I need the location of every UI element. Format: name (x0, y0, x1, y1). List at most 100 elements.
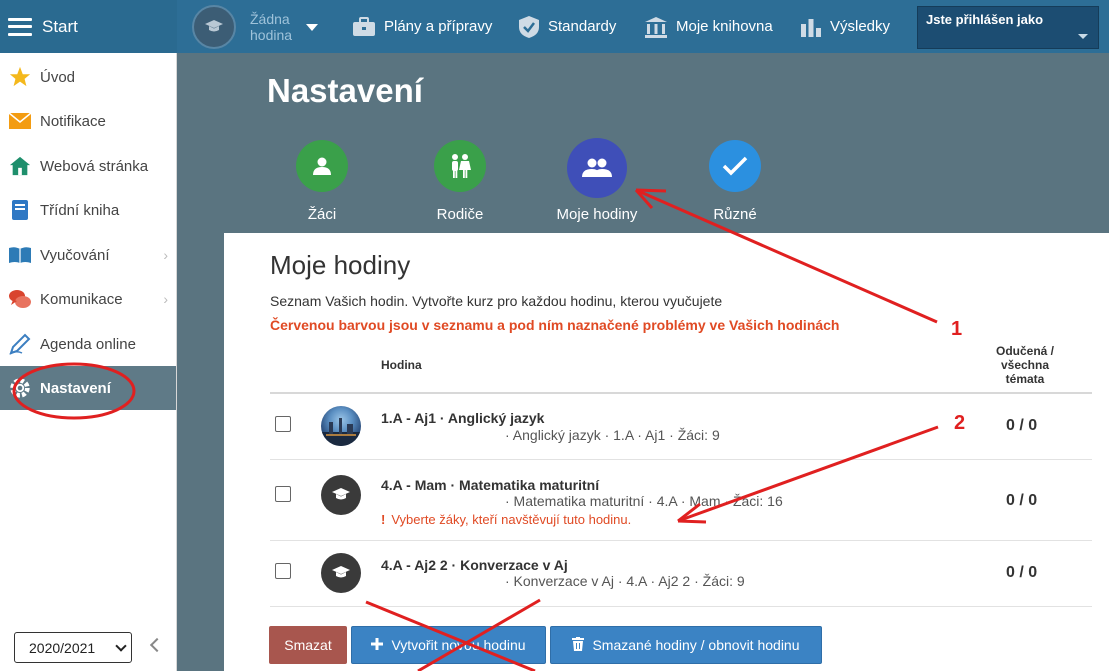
lesson-title[interactable]: 4.A - Mam · Matematika maturitní (381, 477, 599, 493)
plus-icon (371, 637, 384, 653)
lesson-selector[interactable]: Žádna hodina (192, 5, 318, 49)
collapse-sidebar-icon[interactable] (149, 637, 165, 653)
tab-label: Různé (713, 206, 757, 223)
tab-label: Rodiče (436, 206, 484, 223)
nav-library-label: Moje knihovna (676, 18, 773, 35)
bar-chart-icon (801, 18, 821, 37)
hamburger-icon (8, 17, 32, 36)
lesson-details: · Anglický jazyk · 1.A · Aj1 · Žáci: 9 (505, 427, 720, 443)
nav-results[interactable]: Výsledky (800, 0, 890, 53)
delete-button[interactable]: Smazat (269, 626, 347, 664)
row-checkbox[interactable] (275, 416, 291, 432)
lesson-selector-label: Žádna hodina (250, 11, 293, 43)
lesson-title[interactable]: 1.A - Aj1 · Anglický jazyk (381, 410, 544, 426)
check-icon (709, 140, 761, 192)
nav-standards[interactable]: Standardy (518, 0, 616, 53)
pencil-icon (8, 332, 32, 356)
chevron-right-icon: › (163, 247, 168, 263)
sidebar-item-label: Komunikace (40, 290, 123, 308)
tab-label: Moje hodiny (556, 206, 638, 223)
top-bar: Start Žádna hodina Plány a přípravy Stan… (0, 0, 1109, 53)
sidebar-item-website[interactable]: Webová stránka (0, 144, 176, 188)
graduation-cap-icon (321, 553, 361, 593)
lesson-progress: 0 / 0 (1006, 492, 1038, 509)
chevron-down-icon (306, 23, 318, 31)
library-icon (645, 16, 667, 38)
nav-standards-label: Standardy (548, 18, 617, 35)
nav-plans[interactable]: Plány a přípravy (352, 0, 492, 53)
school-year-select[interactable]: 2020/2021 (14, 632, 132, 663)
sidebar-item-settings[interactable]: Nastavení (0, 366, 176, 410)
column-header-taught: Odučená / všechna témata (995, 344, 1054, 386)
column-header-lesson: Hodina (381, 358, 422, 372)
sidebar-item-classbook[interactable]: Třídní kniha (0, 188, 176, 232)
lesson-progress: 0 / 0 (1006, 564, 1038, 581)
chat-bubbles-icon (8, 287, 32, 311)
nav-results-label: Výsledky (830, 18, 891, 35)
annotation-number-2: 2 (954, 412, 966, 434)
sidebar-item-label: Notifikace (40, 112, 106, 130)
problems-warning: Červenou barvou jsou v seznamu a pod ním… (270, 317, 840, 333)
nav-plans-label: Plány a přípravy (384, 18, 493, 35)
sidebar-item-communication[interactable]: Komunikace › (0, 277, 176, 321)
tab-parents[interactable]: Rodiče (405, 140, 515, 223)
annotation-number-1: 1 (951, 318, 963, 340)
delete-button-label: Smazat (284, 637, 332, 653)
page-title: Nastavení (267, 72, 423, 109)
lesson-title[interactable]: 4.A - Aj2 2 · Konverzace v Aj (381, 557, 568, 573)
tab-misc[interactable]: Různé (680, 140, 790, 223)
row-divider (270, 459, 1092, 460)
sidebar-item-intro[interactable]: Úvod (0, 55, 176, 99)
restore-lessons-button[interactable]: Smazané hodiny / obnovit hodinu (550, 626, 822, 664)
sidebar-item-label: Agenda online (40, 335, 136, 353)
graduation-cap-icon (321, 475, 361, 515)
sidebar-item-notifications[interactable]: Notifikace (0, 99, 176, 143)
start-label: Start (42, 16, 78, 36)
person-icon (296, 140, 348, 192)
row-checkbox[interactable] (275, 486, 291, 502)
user-menu[interactable]: Jste přihlášen jako (917, 6, 1099, 49)
shield-check-icon (519, 15, 539, 38)
create-lesson-label: Vytvořit novou hodinu (391, 637, 526, 653)
sidebar-item-label: Úvod (40, 68, 76, 86)
school-year-value: 2020/2021 (29, 639, 96, 656)
table-header-divider (270, 392, 1092, 394)
row-divider (270, 606, 1092, 607)
star-icon (8, 65, 32, 89)
row-divider (270, 540, 1092, 541)
trash-icon (572, 636, 585, 654)
chevron-down-icon (115, 640, 127, 652)
sidebar-item-agenda[interactable]: Agenda online (0, 322, 176, 366)
login-label: Jste přihlášen jako (926, 12, 1044, 27)
course-image (321, 406, 361, 446)
lesson-details: · Matematika maturitní · 4.A · Mam · Žác… (505, 493, 783, 509)
notebook-icon (8, 198, 32, 222)
lesson-progress: 0 / 0 (1006, 417, 1038, 434)
tab-my-lessons[interactable]: Moje hodiny (542, 138, 652, 223)
sidebar-item-teaching[interactable]: Vyučování › (0, 233, 176, 277)
nav-library[interactable]: Moje knihovna (644, 0, 773, 53)
graduation-cap-icon (192, 5, 236, 49)
sidebar: Úvod Notifikace Webová stránka Třídní kn… (0, 53, 177, 671)
lesson-error: ! Vyberte žáky, kteří navštěvují tuto hod… (381, 512, 631, 527)
sidebar-item-label: Nastavení (40, 379, 111, 397)
chevron-right-icon: › (163, 291, 168, 307)
start-menu-button[interactable]: Start (0, 0, 177, 53)
exclamation-icon: ! (381, 512, 386, 527)
briefcase-icon (353, 16, 375, 36)
open-book-icon (8, 243, 32, 267)
restore-lessons-label: Smazané hodiny / obnovit hodinu (592, 637, 800, 653)
row-checkbox[interactable] (275, 563, 291, 579)
group-icon (567, 138, 627, 198)
section-title: Moje hodiny (270, 250, 411, 280)
sidebar-item-label: Vyučování (40, 246, 110, 264)
tab-students[interactable]: Žáci (267, 140, 377, 223)
parents-icon (434, 140, 486, 192)
house-icon (8, 154, 32, 178)
envelope-icon (8, 109, 32, 133)
sidebar-item-label: Webová stránka (40, 157, 149, 175)
chevron-down-icon (1078, 34, 1088, 39)
create-lesson-button[interactable]: Vytvořit novou hodinu (351, 626, 546, 664)
sidebar-item-label: Třídní kniha (40, 201, 120, 219)
lesson-error-text[interactable]: Vyberte žáky, kteří navštěvují tuto hodi… (391, 512, 631, 527)
